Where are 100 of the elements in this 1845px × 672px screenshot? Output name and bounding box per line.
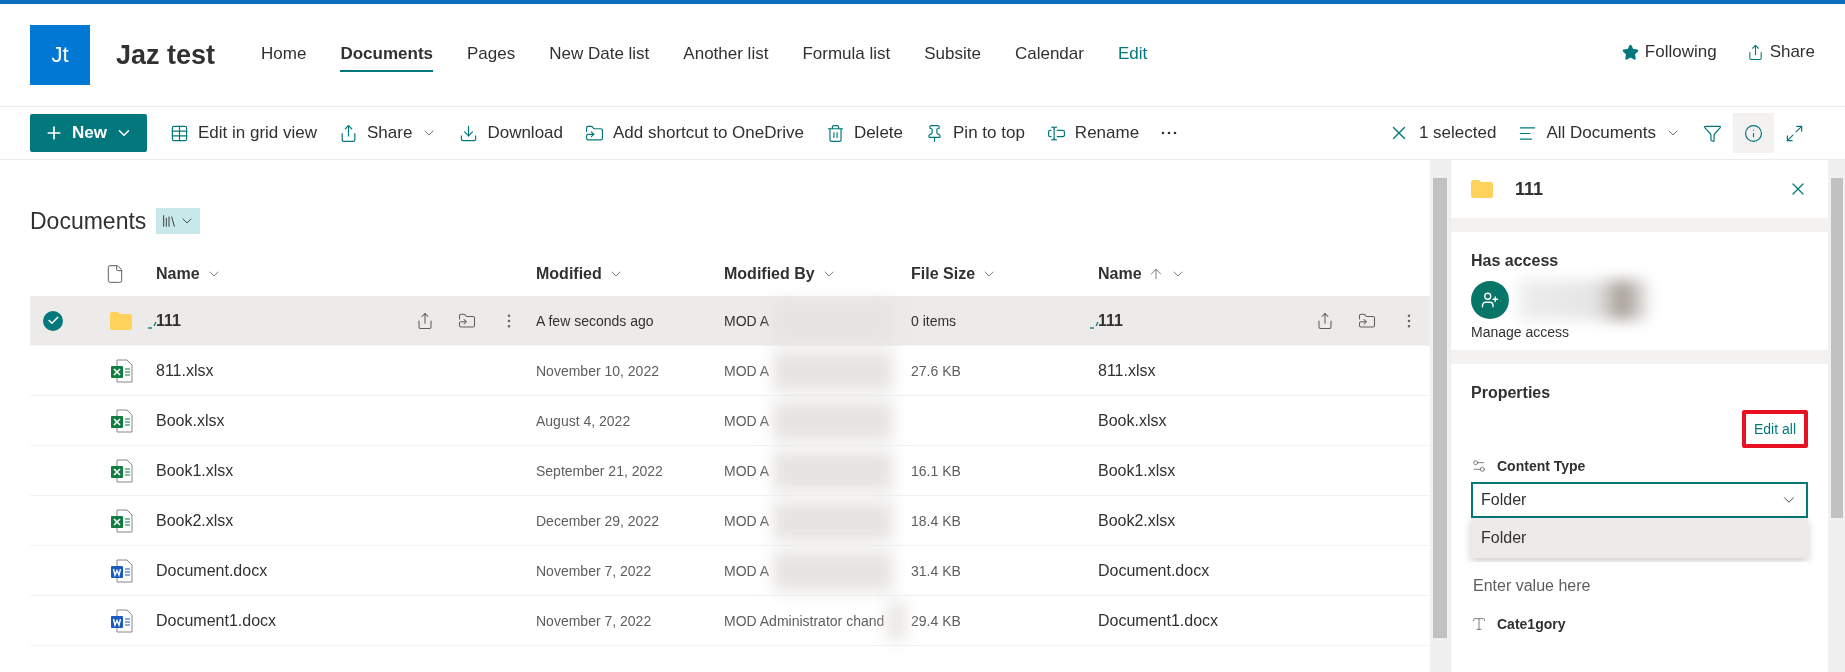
settings-icon bbox=[1471, 458, 1487, 474]
library-title: Documents bbox=[30, 207, 147, 235]
file-row[interactable]: 111 A few seconds ago MOD A 0 items 111 bbox=[30, 296, 1430, 346]
table-cell: MOD A bbox=[724, 462, 770, 479]
folder-icon bbox=[1471, 180, 1493, 198]
manage-access-link[interactable]: Manage access bbox=[1471, 324, 1808, 340]
column-header[interactable]: Modified bbox=[530, 265, 718, 283]
file-name[interactable]: Book2.xlsx bbox=[1098, 511, 1430, 530]
section-heading: Properties bbox=[1471, 384, 1552, 402]
new-button[interactable]: New bbox=[30, 114, 147, 152]
spreadsheet-file-icon bbox=[110, 458, 134, 483]
table-cell: MOD A bbox=[724, 562, 770, 579]
file-name[interactable]: 811.xlsx bbox=[156, 361, 530, 380]
library-menu-button[interactable] bbox=[156, 208, 201, 234]
table-cell-text: 18.4 KB bbox=[910, 512, 962, 529]
spreadsheet-file-icon bbox=[110, 508, 134, 533]
table-cell-text: 27.6 KB bbox=[910, 362, 962, 379]
scrollbar[interactable] bbox=[1430, 160, 1450, 672]
user-add-icon bbox=[1481, 291, 1499, 309]
file-name[interactable]: 811.xlsx bbox=[1098, 361, 1430, 380]
content-type-dropdown[interactable]: Folder bbox=[1471, 482, 1808, 518]
command-button[interactable]: Download bbox=[448, 113, 574, 153]
edit-all-link[interactable]: Edit all bbox=[1753, 421, 1796, 437]
share-icon[interactable] bbox=[416, 311, 434, 330]
table-cell-text: November 7, 2022 bbox=[535, 612, 653, 629]
check-icon bbox=[46, 314, 60, 327]
file-name[interactable]: Document.docx bbox=[156, 561, 530, 580]
table-cell-text: 31.4 KB bbox=[910, 562, 962, 579]
edit-link[interactable]: Edit bbox=[1117, 38, 1148, 72]
file-name[interactable]: Book.xlsx bbox=[1098, 411, 1430, 430]
row-checkbox[interactable] bbox=[43, 310, 63, 331]
nav-tab[interactable]: Another list bbox=[683, 38, 769, 72]
star-icon bbox=[1621, 43, 1639, 61]
site-title: Jaz test bbox=[116, 39, 216, 71]
command-button[interactable]: Edit in grid view bbox=[158, 113, 329, 153]
file-row[interactable]: Book.xlsx August 4, 2022 MOD A Book.xlsx bbox=[30, 396, 1430, 446]
file-name[interactable]: Document1.docx bbox=[1098, 611, 1430, 630]
command-button[interactable]: Delete bbox=[814, 113, 915, 153]
scrollbar[interactable] bbox=[1828, 160, 1845, 672]
file-name[interactable]: 111 bbox=[1098, 311, 1316, 330]
table-cell: MOD A bbox=[724, 312, 770, 329]
file-name[interactable]: Book2.xlsx bbox=[156, 511, 530, 530]
file-row[interactable]: Book2.xlsx December 29, 2022 MOD A 18.4 KB Book2.xlsx bbox=[30, 496, 1430, 546]
field-label: Cate1gory bbox=[1471, 616, 1808, 632]
column-header[interactable]: File Size bbox=[905, 265, 1092, 283]
command-button[interactable]: All Documents bbox=[1507, 113, 1692, 153]
spreadsheet-file-icon bbox=[110, 358, 134, 383]
share-button[interactable]: Share bbox=[1746, 42, 1815, 62]
file-row[interactable]: 811.xlsx November 10, 2022 MOD A 27.6 KB 811.xlsx bbox=[30, 346, 1430, 396]
file-name[interactable]: Book1.xlsx bbox=[156, 461, 530, 480]
document-file-icon bbox=[110, 608, 134, 633]
file-row[interactable]: Document.docx November 7, 2022 MOD A 31.4 KB Document.docx bbox=[30, 546, 1430, 596]
nav-tab[interactable]: Pages bbox=[467, 38, 516, 72]
file-row[interactable]: Book1.xlsx September 21, 2022 MOD A 16.1 KB Book1.xlsx bbox=[30, 446, 1430, 496]
table-cell-text: 0 items bbox=[910, 312, 958, 329]
command-button[interactable]: Share bbox=[328, 113, 449, 153]
table-cell-text: 16.1 KB bbox=[910, 462, 962, 479]
file-name[interactable]: Book.xlsx bbox=[156, 411, 530, 430]
table-cell-text: December 29, 2022 bbox=[535, 512, 660, 529]
folder-link-icon[interactable] bbox=[1358, 311, 1376, 330]
text-field-icon bbox=[1471, 616, 1487, 632]
command-button[interactable]: Add shortcut to OneDrive bbox=[574, 113, 815, 153]
file-type-icon bbox=[105, 264, 125, 284]
nav-tab[interactable]: Documents bbox=[340, 38, 433, 72]
command-button[interactable]: 1 selected bbox=[1376, 113, 1508, 153]
command-button[interactable]: Pin to top bbox=[914, 113, 1036, 153]
download-icon bbox=[459, 123, 479, 143]
nav-tab[interactable]: Home bbox=[261, 38, 307, 72]
file-name[interactable]: Book1.xlsx bbox=[1098, 461, 1430, 480]
share-icon[interactable] bbox=[1316, 311, 1334, 330]
info-button[interactable] bbox=[1733, 113, 1774, 153]
command-button[interactable]: Rename bbox=[1035, 113, 1151, 153]
nav-tab[interactable]: Subsite bbox=[924, 38, 981, 72]
table-cell-text: August 4, 2022 bbox=[535, 412, 632, 429]
table-cell-text: September 21, 2022 bbox=[535, 462, 664, 479]
trash-icon bbox=[825, 123, 845, 143]
column-header[interactable]: Name bbox=[150, 265, 530, 283]
filter-icon bbox=[1703, 123, 1722, 143]
file-name[interactable]: Document1.docx bbox=[156, 611, 530, 630]
file-name[interactable]: Document.docx bbox=[1098, 561, 1430, 580]
column-header[interactable]: Name bbox=[1092, 265, 1430, 283]
grid-icon bbox=[169, 123, 189, 143]
nav-tab[interactable]: Formula list bbox=[802, 38, 891, 72]
folder-link-icon bbox=[585, 123, 604, 143]
library-icon bbox=[161, 213, 178, 229]
site-logo[interactable]: Jt bbox=[30, 25, 90, 85]
following-button[interactable]: Following bbox=[1621, 42, 1717, 62]
table-cell: MOD A bbox=[724, 512, 770, 529]
folder-link-icon[interactable] bbox=[458, 311, 476, 330]
file-name[interactable]: 111 bbox=[156, 311, 416, 330]
spreadsheet-file-icon bbox=[110, 408, 134, 433]
file-row[interactable]: Document1.docx November 7, 2022 MOD Administrator chand 29.4 KB Document1.docx bbox=[30, 596, 1430, 646]
table-cell-text: November 7, 2022 bbox=[535, 562, 653, 579]
nav-tab[interactable]: Calendar bbox=[1014, 38, 1084, 72]
table-cell: MOD A bbox=[724, 412, 770, 429]
avatar[interactable] bbox=[1471, 281, 1509, 319]
info-icon bbox=[1744, 123, 1763, 143]
dropdown-option[interactable]: Folder bbox=[1471, 518, 1808, 558]
nav-tab[interactable]: New Date list bbox=[549, 38, 650, 72]
column-header[interactable]: Modified By bbox=[718, 265, 905, 283]
